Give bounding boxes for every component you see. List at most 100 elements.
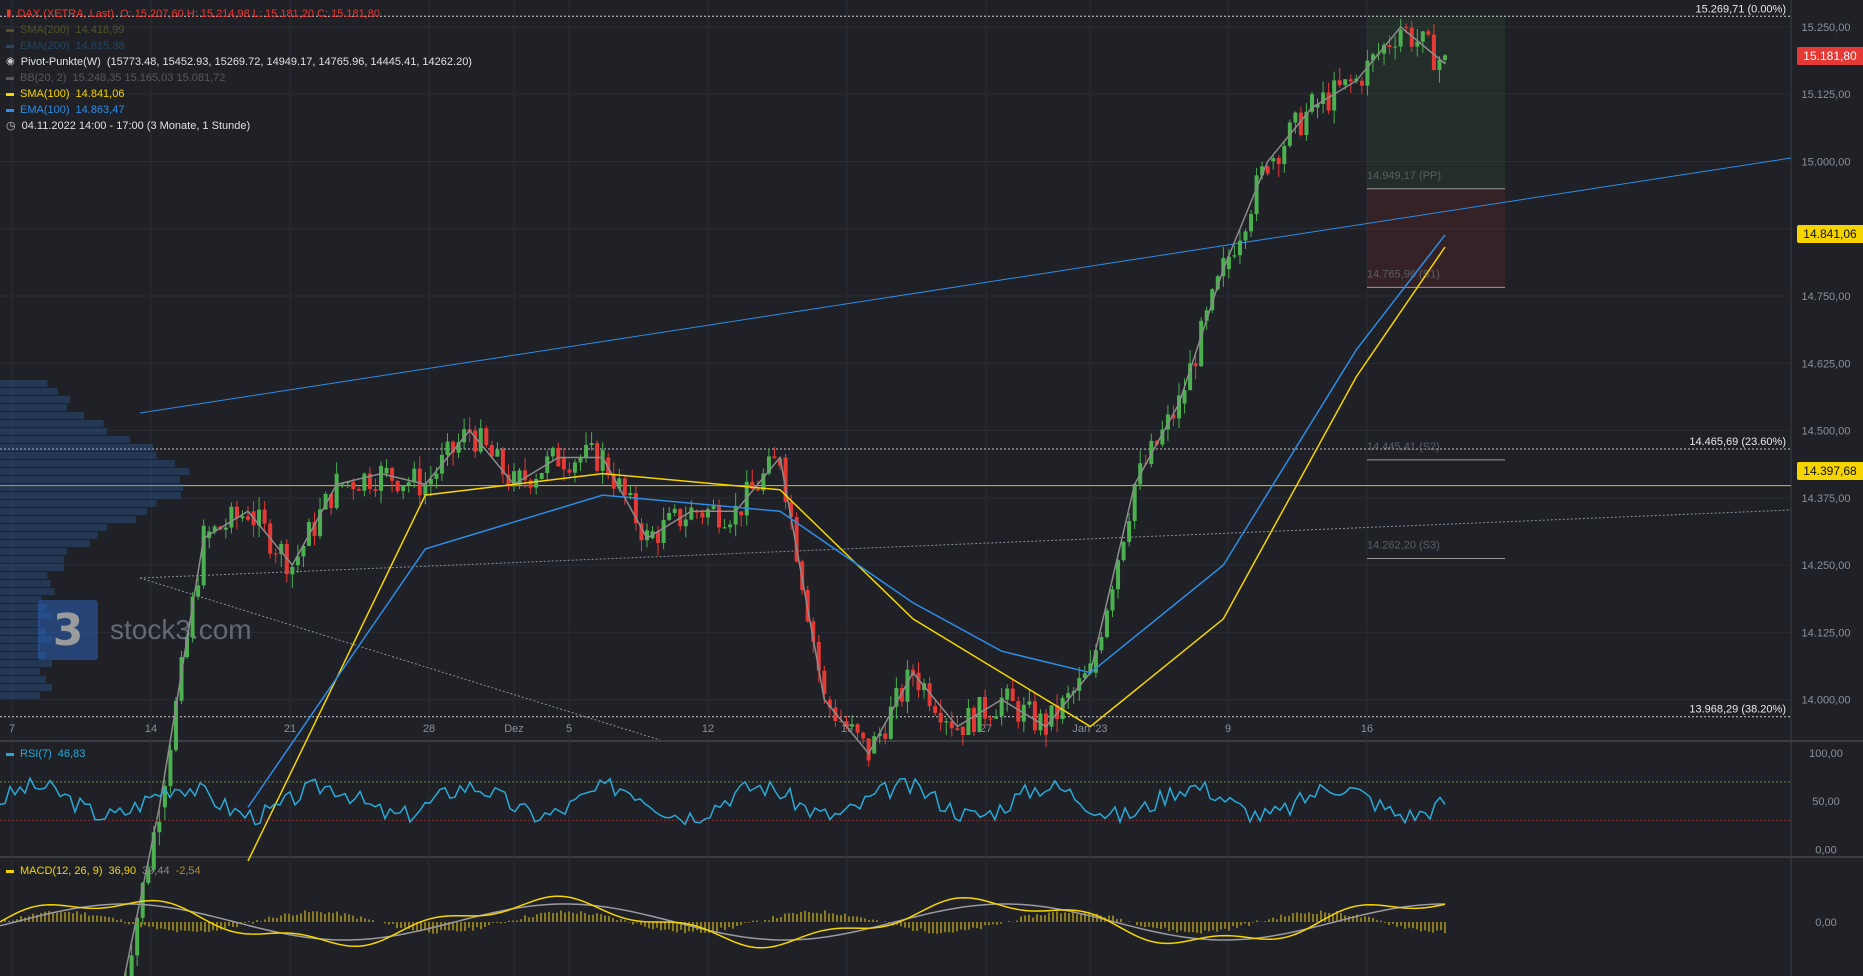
candle-body [578, 457, 583, 463]
macd-histogram-bar [1068, 913, 1070, 922]
bollinger-middle-line [123, 25, 1446, 976]
macd-histogram-bar [772, 915, 774, 922]
macd-histogram-bar [932, 922, 934, 934]
macd-hist-value: -2,54 [175, 865, 201, 877]
macd-histogram-bar [796, 914, 798, 922]
macd-tick-label: 0,00 [1815, 917, 1836, 929]
macd-histogram-bar [900, 922, 902, 927]
macd-histogram-bar [516, 920, 518, 922]
macd-histogram-bar [576, 913, 578, 922]
candle-body [406, 482, 411, 486]
volume-profile-bar [0, 468, 190, 475]
candle-body [883, 733, 888, 739]
candle-body [1271, 158, 1276, 162]
macd-label[interactable]: MACD(12, 26, 9) [20, 865, 103, 877]
candle-body [1232, 255, 1237, 257]
legend-timerange[interactable]: 04.11.2022 14:00 - 17:00 (3 Monate, 1 St… [22, 118, 251, 134]
indicator-name[interactable]: SMA(200) [20, 22, 70, 38]
macd-histogram-bar [724, 922, 726, 930]
macd-histogram-bar [108, 917, 110, 922]
macd-histogram-bar [1228, 922, 1230, 931]
indicator-name[interactable]: EMA(200) [20, 38, 70, 54]
volume-profile-bar [0, 388, 58, 395]
legend-symbol[interactable]: DAX (XETRA, Last) [18, 6, 115, 22]
macd-histogram-bar [1264, 921, 1266, 922]
indicator-name[interactable]: SMA(100) [20, 86, 70, 102]
macd-histogram-bar [752, 920, 754, 922]
macd-histogram-bar [200, 922, 202, 931]
candle-body [229, 506, 234, 528]
indicator-name[interactable]: Pivot-Punkte(W) [21, 54, 101, 70]
macd-histogram-bar [1204, 922, 1206, 931]
macd-histogram-bar [1028, 914, 1030, 922]
macd-histogram-bar [732, 922, 734, 929]
macd-histogram-bar [208, 922, 210, 933]
macd-histogram-bar [712, 922, 714, 932]
macd-histogram-bar [944, 922, 946, 933]
candle-body [1337, 80, 1342, 86]
macd-histogram-bar [1184, 922, 1186, 932]
pivot-icon: ◉ [6, 56, 15, 67]
macd-histogram-bar [924, 922, 926, 932]
macd-histogram-bar [936, 922, 938, 934]
rsi-tick-label: 0,00 [1815, 844, 1836, 856]
macd-histogram-bar [52, 912, 54, 922]
pivot-label: 14.262,20 (S3) [1367, 540, 1440, 552]
macd-histogram-bar [780, 916, 782, 922]
macd-histogram-bar [192, 922, 194, 932]
macd-histogram-bar [652, 922, 654, 930]
indicator-name[interactable]: EMA(100) [20, 102, 70, 118]
macd-histogram-bar [704, 922, 706, 933]
macd-histogram-bar [1392, 922, 1394, 924]
volume-profile-bar [0, 532, 98, 539]
macd-histogram-bar [928, 922, 930, 934]
candle-body [739, 511, 744, 516]
macd-histogram-bar [940, 922, 942, 934]
macd-histogram-bar [488, 922, 490, 926]
macd-histogram-bar [492, 922, 494, 923]
macd-histogram-bar [908, 922, 910, 928]
macd-histogram-bar [1192, 922, 1194, 933]
candle-body [379, 465, 383, 491]
macd-histogram-bar [1376, 919, 1378, 922]
macd-histogram-bar [1156, 922, 1158, 929]
macd-histogram-bar [384, 922, 386, 924]
candle-body [384, 467, 389, 474]
macd-histogram-bar [544, 912, 546, 922]
macd-histogram-bar [1424, 922, 1426, 931]
macd-histogram-bar [1360, 917, 1362, 922]
macd-histogram-bar [868, 919, 870, 922]
candle-body [1104, 610, 1109, 637]
macd-histogram-bar [840, 915, 842, 922]
x-tick-label: 14 [145, 723, 157, 735]
y-tick-label: 14.375,00 [1802, 493, 1851, 505]
volume-profile-bar [0, 580, 51, 587]
candle-body [273, 553, 278, 555]
macd-histogram-bar [1396, 922, 1398, 927]
macd-histogram-bar [1428, 922, 1430, 932]
macd-histogram-bar [592, 914, 594, 922]
macd-histogram-bar [848, 916, 850, 922]
macd-histogram-bar [676, 922, 678, 933]
candle-body [667, 512, 672, 520]
macd-histogram-bar [608, 915, 610, 922]
macd-histogram-bar [1136, 922, 1138, 926]
macd-histogram-bar [204, 922, 206, 933]
macd-histogram-bar [1212, 922, 1214, 931]
macd-histogram-bar [1076, 914, 1078, 922]
indicator-name[interactable]: BB(20, 2) [20, 70, 66, 86]
candle-body [561, 457, 566, 470]
volume-profile-bar [0, 596, 42, 603]
candle-body [994, 716, 999, 719]
volume-profile-bar [0, 620, 41, 627]
macd-histogram-bar [104, 916, 106, 922]
candle-body [572, 462, 577, 473]
candle-body [861, 732, 866, 739]
rsi-label[interactable]: RSI(7) [20, 748, 52, 760]
macd-histogram-bar [1216, 922, 1218, 932]
macd-histogram-bar [1024, 915, 1026, 922]
legend-indicator-row: SMA(100) 14.841,06 [6, 86, 472, 102]
macd-histogram-bar [428, 922, 430, 933]
price-chart[interactable]: 7142128Dez5121927Jan '2391615.250,0015.1… [0, 0, 1863, 976]
candle-body [473, 430, 478, 452]
